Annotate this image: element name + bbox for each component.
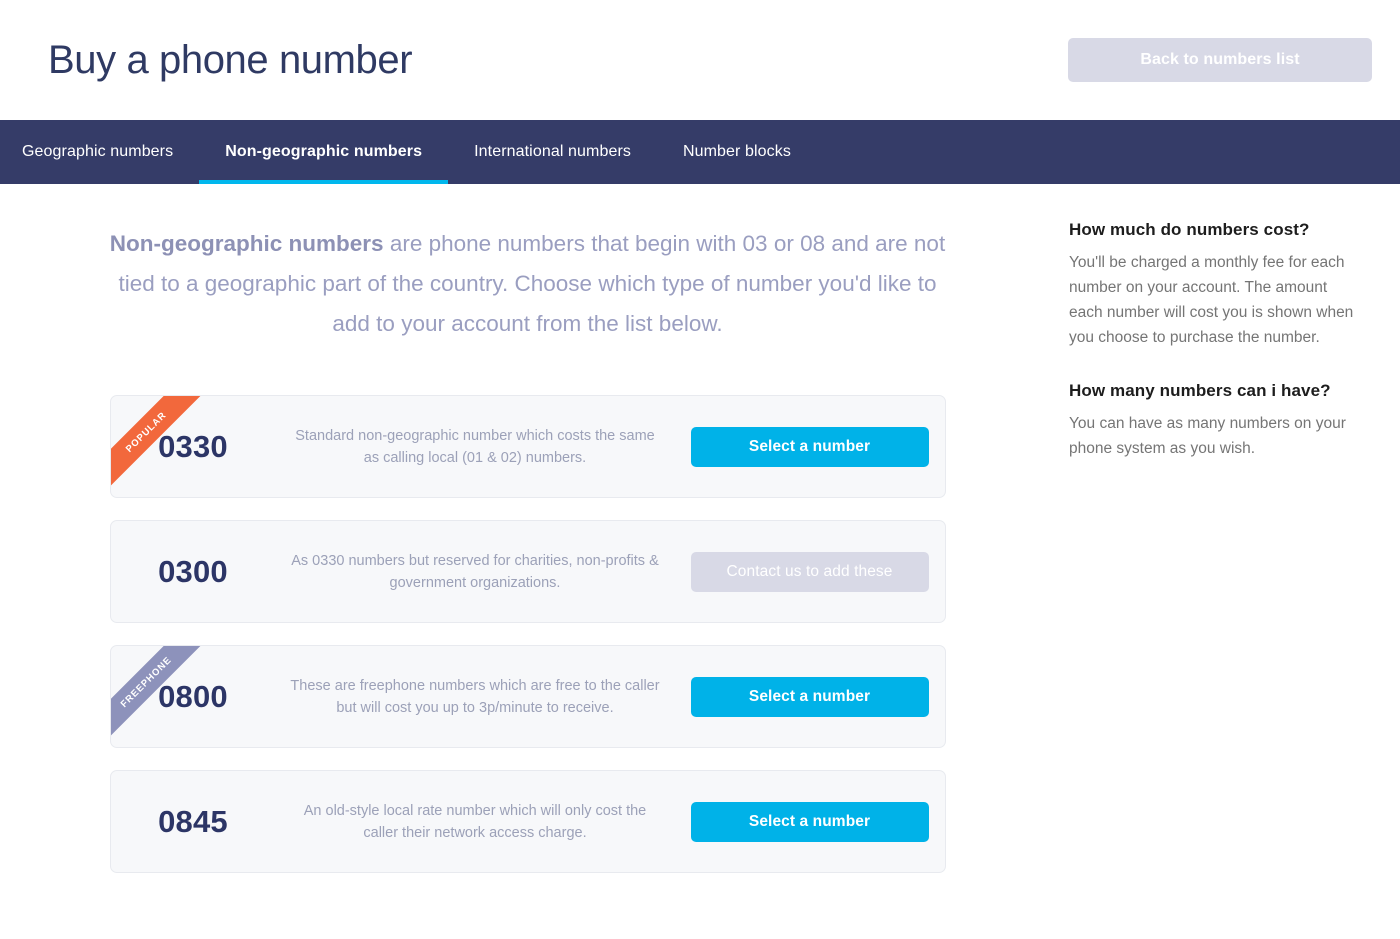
number-card: POPULAR 0330 Standard non-geographic numbe… xyxy=(109,395,946,498)
faq-item: How many numbers can i have? You can have… xyxy=(1069,381,1360,461)
card-action-area: Select a number xyxy=(675,801,945,842)
number-type-list: POPULAR 0330 Standard non-geographic numbe… xyxy=(109,395,946,873)
faq-answer: You'll be charged a monthly fee for each… xyxy=(1069,254,1354,346)
number-description: These are freephone numbers which are fr… xyxy=(290,677,660,716)
page-title: Buy a phone number xyxy=(48,38,413,82)
page-content: Non-geographic numbers are phone numbers… xyxy=(0,184,1400,873)
number-prefix: 0330 xyxy=(158,428,228,464)
card-action-area: Select a number xyxy=(675,426,945,467)
tab-label: Non-geographic numbers xyxy=(225,143,423,160)
intro-paragraph: Non-geographic numbers are phone numbers… xyxy=(108,224,948,344)
faq-answer: You can have as many numbers on your pho… xyxy=(1069,415,1346,457)
intro-lead: Non-geographic numbers xyxy=(109,231,384,256)
card-action-area: Select a number xyxy=(675,676,945,717)
sidebar-faq: How much do numbers cost? You'll be charg… xyxy=(1055,184,1400,873)
tab-bar: Geographic numbers Non-geographic numbers… xyxy=(0,120,1400,184)
back-to-numbers-list-button[interactable]: Back to numbers list xyxy=(1068,38,1372,82)
number-description: An old-style local rate number which wil… xyxy=(303,802,647,841)
select-a-number-button[interactable]: Select a number xyxy=(690,426,929,467)
select-a-number-button[interactable]: Select a number xyxy=(690,801,929,842)
contact-us-button: Contact us to add these xyxy=(690,551,929,592)
faq-item: How much do numbers cost? You'll be charg… xyxy=(1069,220,1360,350)
select-a-number-button[interactable]: Select a number xyxy=(690,676,929,717)
tab-geographic-numbers[interactable]: Geographic numbers xyxy=(22,120,199,184)
card-action-area: Contact us to add these xyxy=(675,551,945,592)
tab-international-numbers[interactable]: International numbers xyxy=(448,120,657,184)
number-prefix: 0845 xyxy=(158,803,228,839)
number-description: Standard non-geographic number which cos… xyxy=(295,427,655,466)
number-card: FREEPHONE 0800 These are freephone numbers… xyxy=(109,645,946,748)
tab-number-blocks[interactable]: Number blocks xyxy=(657,120,817,184)
number-card: 0300 As 0330 numbers but reserved for cha… xyxy=(109,520,946,623)
page-header: Buy a phone number Back to numbers list xyxy=(0,0,1400,120)
main-column: Non-geographic numbers are phone numbers… xyxy=(0,184,1055,873)
tab-non-geographic-numbers[interactable]: Non-geographic numbers xyxy=(199,120,449,184)
faq-question: How many numbers can i have? xyxy=(1069,381,1331,400)
tab-label: Number blocks xyxy=(682,143,791,160)
number-card: 0845 An old-style local rate number which… xyxy=(109,770,946,873)
number-prefix: 0300 xyxy=(158,553,228,589)
number-description: As 0330 numbers but reserved for chariti… xyxy=(291,552,659,591)
tab-label: Geographic numbers xyxy=(22,143,174,160)
number-prefix: 0800 xyxy=(158,678,228,714)
faq-question: How much do numbers cost? xyxy=(1069,220,1310,239)
tab-label: International numbers xyxy=(474,143,631,160)
